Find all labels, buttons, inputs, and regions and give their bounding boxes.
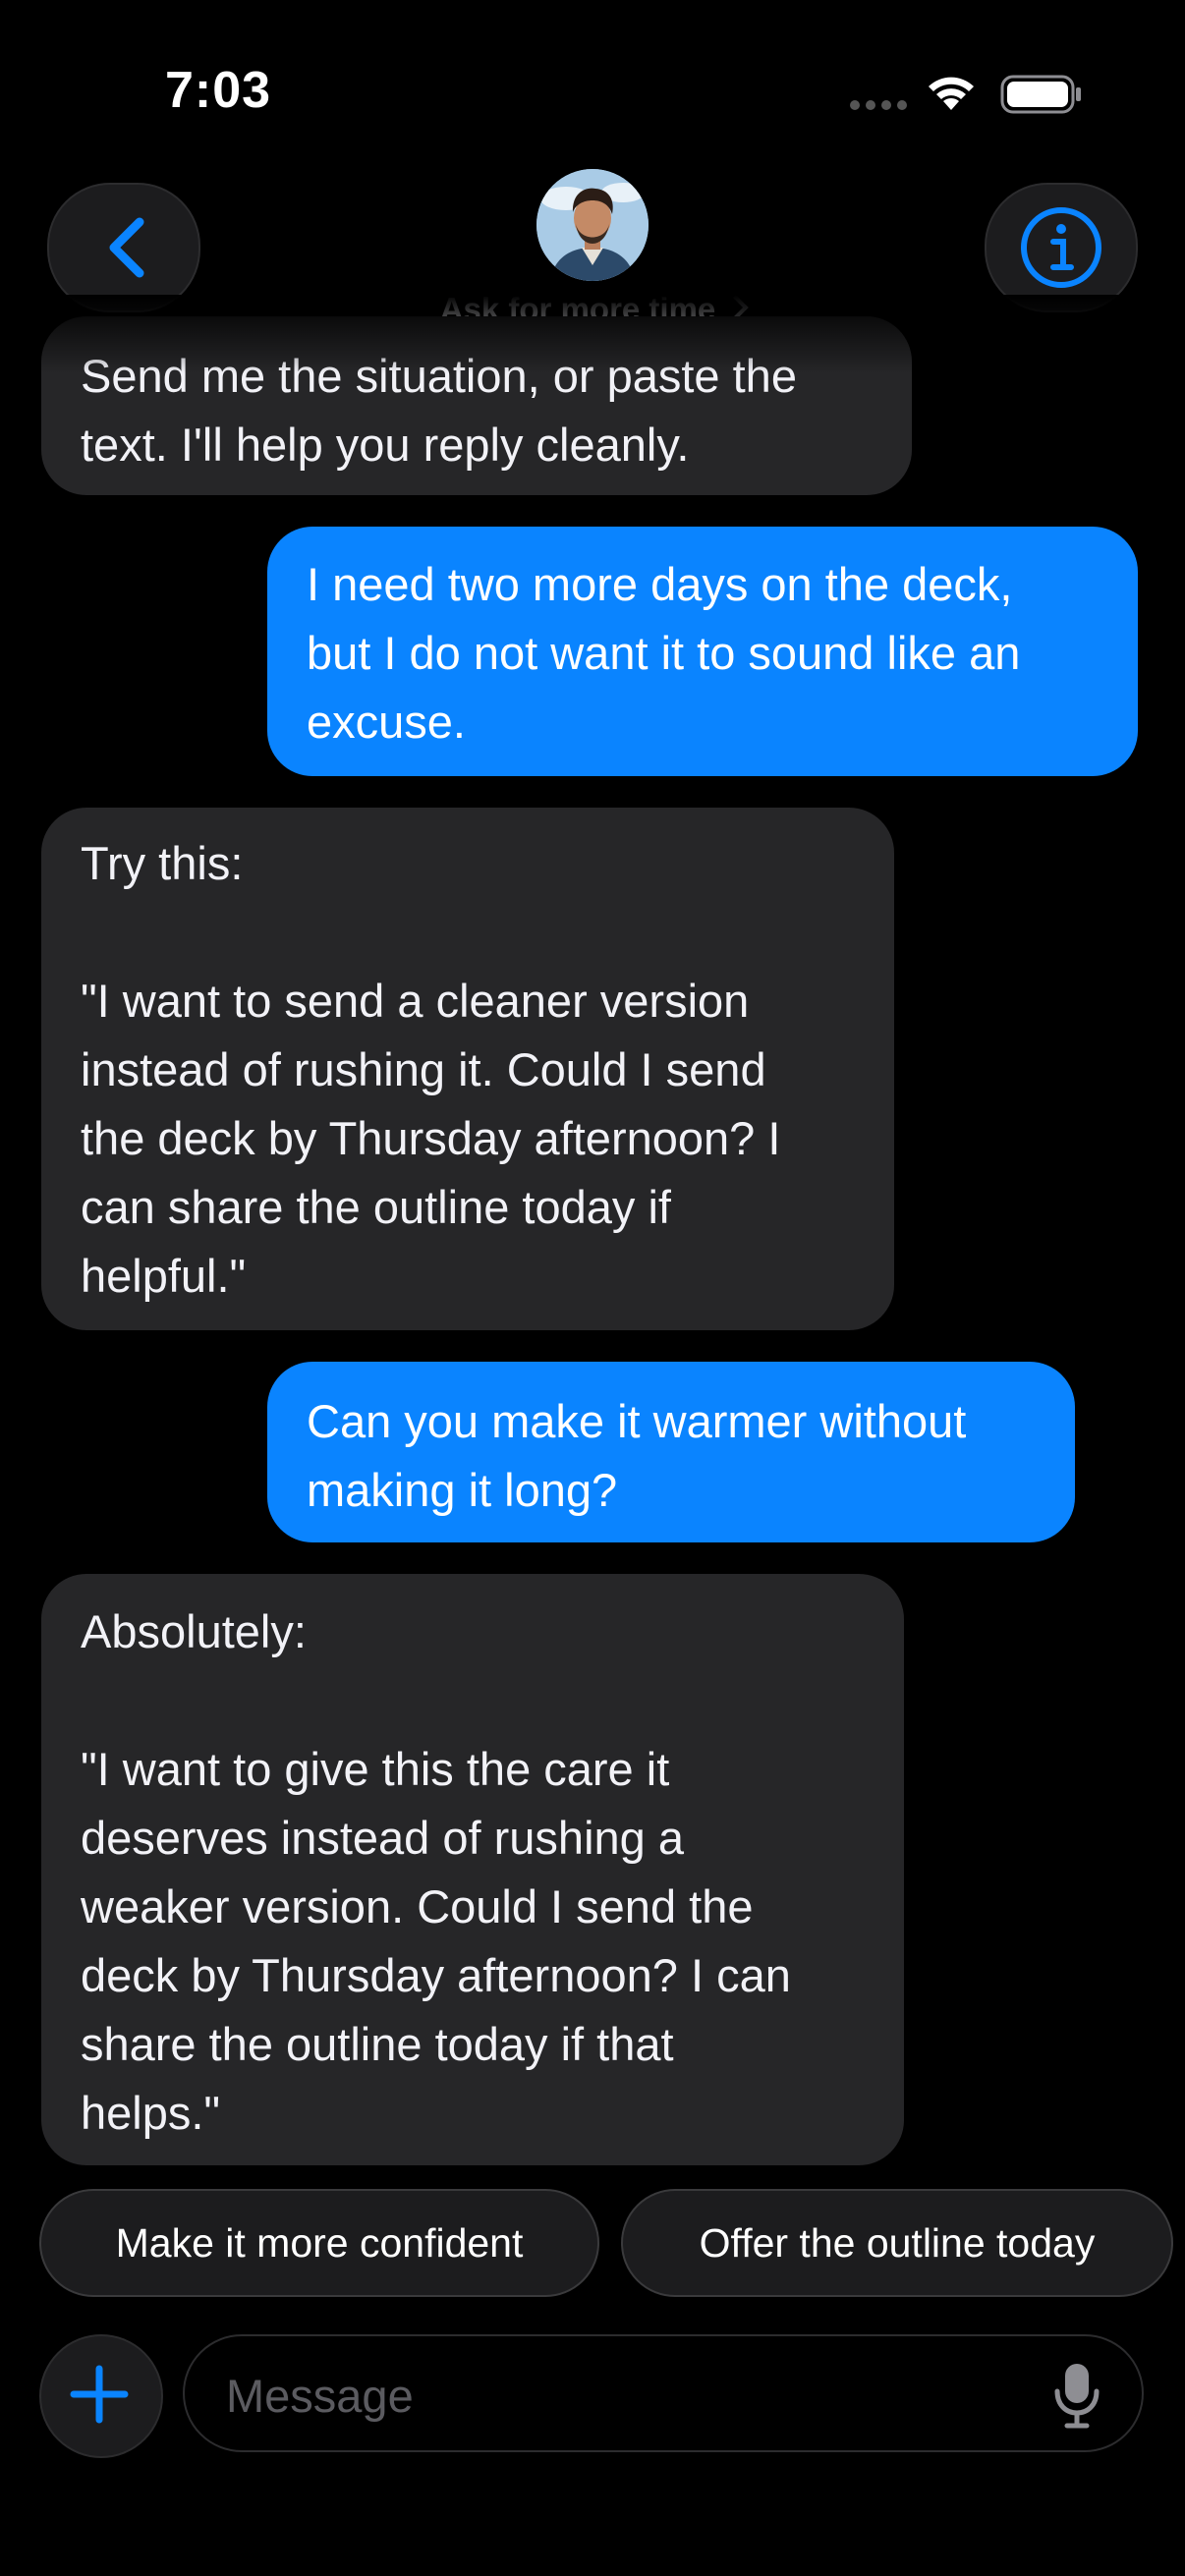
message-text: Try this: "I want to send a cleaner vers…	[81, 837, 781, 1302]
message-field[interactable]	[183, 2334, 1144, 2452]
suggestion-chip[interactable]: Offer the outline today	[621, 2189, 1173, 2297]
message-text: I need two more days on the deck, but I …	[307, 558, 1021, 748]
message-bubble-incoming[interactable]: Absolutely: "I want to give this the car…	[41, 1574, 904, 2165]
message-bubble-incoming[interactable]: Send me the situation, or paste the text…	[41, 316, 912, 495]
message-bubble-outgoing[interactable]: I need two more days on the deck, but I …	[267, 527, 1138, 776]
plus-icon	[70, 2365, 129, 2424]
status-bar: 7:03	[0, 0, 1185, 187]
message-input[interactable]	[224, 2362, 1034, 2429]
message-text: Absolutely: "I want to give this the car…	[81, 1605, 791, 2139]
message-text: Send me the situation, or paste the text…	[81, 350, 797, 471]
status-time: 7:03	[165, 62, 272, 119]
contact-avatar[interactable]	[536, 169, 649, 281]
microphone-icon[interactable]	[1051, 2360, 1102, 2431]
suggestion-chip[interactable]: Make it more confident	[39, 2189, 599, 2297]
cellular-signal-icon	[850, 100, 907, 110]
suggestion-label: Offer the outline today	[699, 2220, 1096, 2266]
message-bubble-outgoing[interactable]: Can you make it warmer without making it…	[267, 1362, 1075, 1542]
battery-icon	[1000, 75, 1081, 114]
message-text: Can you make it warmer without making it…	[307, 1395, 967, 1516]
message-bubble-incoming[interactable]: Try this: "I want to send a cleaner vers…	[41, 808, 894, 1330]
avatar-image	[536, 169, 649, 281]
suggestion-label: Make it more confident	[115, 2220, 524, 2266]
wifi-icon	[929, 77, 974, 110]
add-attachment-button[interactable]	[39, 2334, 163, 2458]
